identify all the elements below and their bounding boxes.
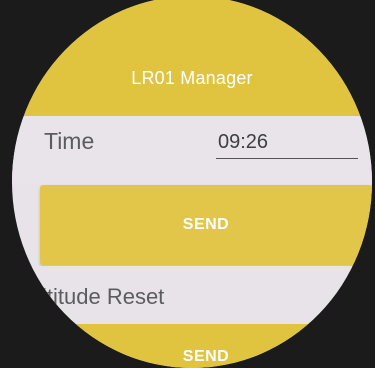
device-frame: LR01 Manager Time 09:26 SEND ltitude Res… — [0, 0, 375, 368]
time-input[interactable]: 09:26 — [216, 131, 358, 159]
send-altitude-reset-button-label: SEND — [182, 348, 230, 365]
time-label: Time — [44, 128, 95, 154]
app-title: LR01 Manager — [131, 68, 253, 88]
send-time-button[interactable]: SEND — [40, 185, 372, 265]
title-bar — [12, 0, 372, 116]
send-time-button-label: SEND — [182, 216, 230, 233]
watch-screen: LR01 Manager Time 09:26 SEND ltitude Res… — [12, 0, 372, 368]
send-altitude-reset-button[interactable]: SEND — [40, 324, 372, 368]
altitude-reset-label: ltitude Reset — [42, 284, 165, 309]
